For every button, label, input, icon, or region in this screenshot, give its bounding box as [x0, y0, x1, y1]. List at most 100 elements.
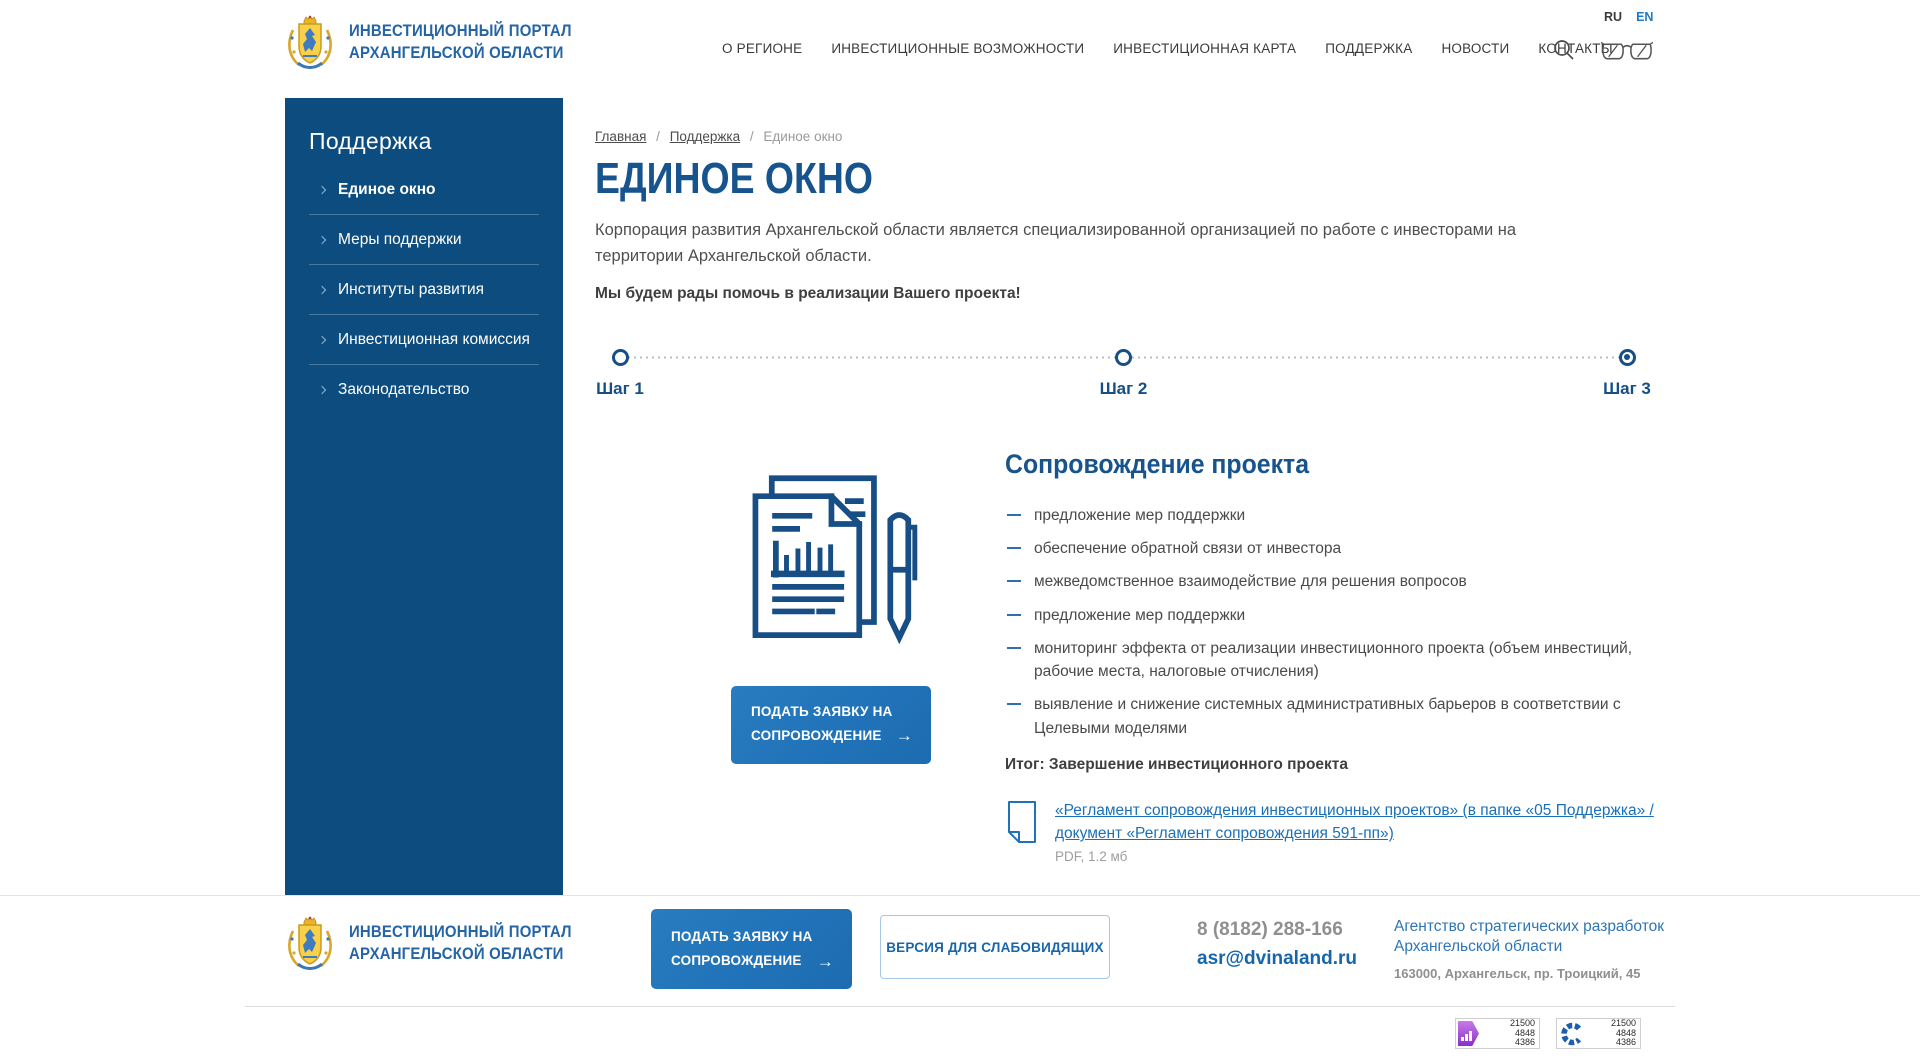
sidebar-item[interactable]: Законодательство — [309, 365, 539, 414]
sidebar-item[interactable]: Единое окно — [309, 165, 539, 215]
bullet-text: предложение мер поддержки — [1034, 604, 1245, 627]
nav-item[interactable]: НОВОСТИ — [1441, 41, 1509, 56]
footer-apply-button[interactable]: ПОДАТЬ ЗАЯВКУ НА СОПРОВОЖДЕНИЕ → — [651, 909, 852, 989]
footer-logo-text: ИНВЕСТИЦИОННЫЙ ПОРТАЛ АРХАНГЕЛЬСКОЙ ОБЛА… — [349, 921, 572, 965]
chevron-right-icon — [318, 386, 326, 394]
document-text: «Регламент сопровождения инвестиционных … — [1055, 799, 1660, 865]
apply-button-line1: ПОДАТЬ ЗАЯВКУ НА — [751, 704, 893, 719]
step-indicator: Шаг 1 Шаг 2 Шаг 3 — [620, 349, 1627, 411]
bullet-item: предложение мер поддержки — [1005, 504, 1660, 527]
breadcrumb-current: Единое окно — [763, 129, 842, 144]
lang-en[interactable]: EN — [1636, 10, 1653, 24]
bullet-text: межведомственное взаимодействие для реше… — [1034, 570, 1467, 593]
site-logo[interactable]: ИНВЕСТИЦИОННЫЙ ПОРТАЛ АРХАНГЕЛЬСКОЙ ОБЛА… — [285, 12, 602, 72]
nav-item[interactable]: О РЕГИОНЕ — [722, 41, 802, 56]
bullet-text: выявление и снижение системных администр… — [1034, 693, 1634, 740]
bullet-dash-icon — [1007, 514, 1021, 527]
lang-ru[interactable]: RU — [1604, 10, 1622, 24]
sidebar: Поддержка Единое окно Меры поддержки Инс… — [285, 98, 563, 895]
regulation-pdf-link[interactable]: «Регламент сопровождения инвестиционных … — [1055, 799, 1660, 846]
file-icon — [1007, 801, 1037, 843]
apply-button-line2: СОПРОВОЖДЕНИЕ — [751, 725, 882, 747]
breadcrumb-home-link[interactable]: Главная — [595, 129, 646, 144]
step-1: Шаг 1 — [560, 349, 680, 399]
liveinternet-counter-badge[interactable]: 21500 4848 4386 — [1455, 1018, 1540, 1049]
sidebar-item-label: Законодательство — [338, 381, 469, 399]
accessibility-version-button[interactable]: ВЕРСИЯ ДЛЯ СЛАБОВИДЯЩИХ — [880, 915, 1110, 979]
sidebar-menu: Единое окно Меры поддержки Институты раз… — [309, 165, 539, 414]
footer-apply-line1: ПОДАТЬ ЗАЯВКУ НА — [671, 929, 813, 944]
document-link-block: «Регламент сопровождения инвестиционных … — [1005, 799, 1660, 865]
bullet-text: мониторинг эффекта от реализации инвести… — [1034, 637, 1634, 684]
sidebar-title: Поддержка — [309, 128, 539, 155]
main-nav: О РЕГИОНЕ ИНВЕСТИЦИОННЫЕ ВОЗМОЖНОСТИ ИНВ… — [722, 41, 1613, 56]
page-title: ЕДИНОЕ ОКНО — [595, 154, 873, 204]
step-1-circle — [612, 349, 629, 366]
bullet-dash-icon — [1007, 647, 1021, 684]
nav-item[interactable]: ИНВЕСТИЦИОННАЯ КАРТА — [1113, 41, 1296, 56]
site-logo-text: ИНВЕСТИЦИОННЫЙ ПОРТАЛ АРХАНГЕЛЬСКОЙ ОБЛА… — [349, 20, 572, 64]
agency-name-line2: Архангельской области — [1394, 937, 1664, 957]
agency-address: 163000, Архангельск, пр. Троицкий, 45 — [1394, 966, 1664, 981]
footer-logo[interactable]: ИНВЕСТИЦИОННЫЙ ПОРТАЛ АРХАНГЕЛЬСКОЙ ОБЛА… — [285, 913, 602, 973]
breadcrumb-separator: / — [656, 129, 660, 144]
bullet-item: выявление и снижение системных администр… — [1005, 693, 1660, 740]
bullet-item: обеспечение обратной связи от инвестора — [1005, 537, 1660, 560]
right-column: Сопровождение проекта предложение мер по… — [1005, 449, 1660, 865]
bullet-dash-icon — [1007, 547, 1021, 560]
breadcrumb: Главная / Поддержка / Единое окно — [595, 129, 1660, 144]
nav-item[interactable]: ИНВЕСТИЦИОННЫЕ ВОЗМОЖНОСТИ — [831, 41, 1084, 56]
step-3-label: Шаг 3 — [1603, 379, 1651, 399]
bullet-dash-icon — [1007, 580, 1021, 593]
sputnik-counter-badge[interactable]: 21500 4848 4386 — [1556, 1018, 1641, 1049]
search-icon[interactable] — [1552, 38, 1576, 62]
footer-contacts: 8 (8182) 288-166 asr@dvinaland.ru — [1197, 919, 1357, 970]
nav-item[interactable]: ПОДДЕРЖКА — [1325, 41, 1412, 56]
intro-paragraph: Корпорация развития Архангельской област… — [595, 217, 1585, 270]
sidebar-item[interactable]: Инвестиционная комиссия — [309, 315, 539, 365]
step-2-label: Шаг 2 — [1100, 379, 1148, 399]
footer-apply-line2: СОПРОВОЖДЕНИЕ — [671, 950, 802, 972]
sidebar-item-label: Единое окно — [338, 181, 436, 199]
logo-line1: ИНВЕСТИЦИОННЫЙ ПОРТАЛ — [349, 20, 572, 42]
footer-email-link[interactable]: asr@dvinaland.ru — [1197, 948, 1357, 970]
accessibility-glasses-icon[interactable] — [1601, 40, 1653, 62]
agency-name-line1: Агентство стратегических разработок — [1394, 917, 1664, 937]
left-column: ПОДАТЬ ЗАЯВКУ НА СОПРОВОЖДЕНИЕ → — [595, 449, 1005, 865]
documents-pen-illustration — [735, 449, 923, 657]
bullet-item: мониторинг эффекта от реализации инвести… — [1005, 637, 1660, 684]
visit-counters: 21500 4848 4386 21500 4848 4386 — [1455, 1018, 1641, 1049]
bullet-dash-icon — [1007, 703, 1021, 740]
sidebar-item-label: Институты развития — [338, 281, 484, 299]
language-switcher: RU EN — [1604, 10, 1653, 24]
sidebar-item-label: Инвестиционная комиссия — [338, 331, 530, 349]
breadcrumb-support-link[interactable]: Поддержка — [670, 129, 740, 144]
header: ИНВЕСТИЦИОННЫЙ ПОРТАЛ АРХАНГЕЛЬСКОЙ ОБЛА… — [0, 0, 1920, 98]
main-content: Главная / Поддержка / Единое окно ЕДИНОЕ… — [595, 98, 1660, 864]
chevron-right-icon — [318, 236, 326, 244]
arrow-right-icon: → — [896, 722, 913, 749]
step-3-circle — [1619, 349, 1636, 366]
step-2-circle — [1115, 349, 1132, 366]
logo-line2: АРХАНГЕЛЬСКОЙ ОБЛАСТИ — [349, 42, 572, 64]
section-title: Сопровождение проекта — [1005, 449, 1309, 480]
sidebar-item[interactable]: Институты развития — [309, 265, 539, 315]
bullet-item: предложение мер поддержки — [1005, 604, 1660, 627]
step-2: Шаг 2 — [1064, 349, 1184, 399]
step-3: Шаг 3 — [1567, 349, 1687, 399]
arrow-right-icon: → — [817, 948, 834, 975]
chevron-right-icon — [318, 336, 326, 344]
footer-agency: Агентство стратегических разработок Арха… — [1394, 917, 1664, 981]
bullet-text: предложение мер поддержки — [1034, 504, 1245, 527]
footer-logo-line2: АРХАНГЕЛЬСКОЙ ОБЛАСТИ — [349, 943, 572, 965]
segmented-c-icon — [1560, 1022, 1584, 1046]
chevron-right-icon — [318, 186, 326, 194]
result-line: Итог: Завершение инвестиционного проекта — [1005, 756, 1660, 774]
counter-values: 21500 4848 4386 — [1479, 1019, 1539, 1048]
sidebar-item[interactable]: Меры поддержки — [309, 215, 539, 265]
bullet-text: обеспечение обратной связи от инвестора — [1034, 537, 1341, 560]
apply-button[interactable]: ПОДАТЬ ЗАЯВКУ НА СОПРОВОЖДЕНИЕ → — [731, 686, 931, 764]
sidebar-item-label: Меры поддержки — [338, 231, 462, 249]
step-1-label: Шаг 1 — [596, 379, 644, 399]
bullet-dash-icon — [1007, 614, 1021, 627]
